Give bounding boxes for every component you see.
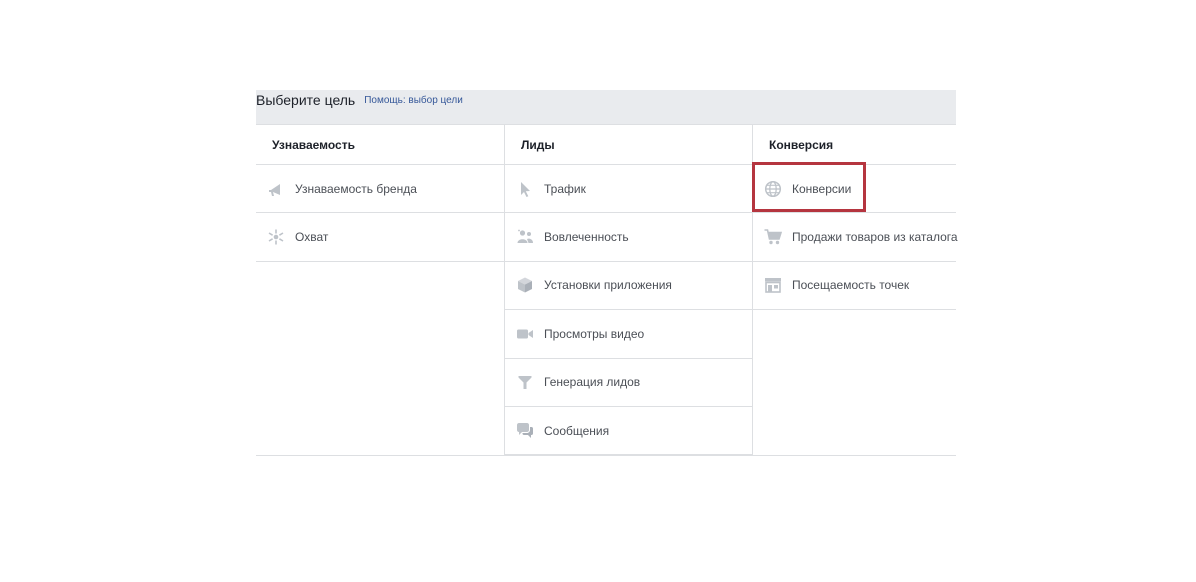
objective-grid: Узнаваемость Узнаваемость бренда Охват Л… <box>256 125 958 457</box>
column-title-awareness: Узнаваемость <box>256 125 504 165</box>
option-traffic[interactable]: Трафик <box>505 165 752 214</box>
video-camera-icon <box>515 324 535 344</box>
option-conversions[interactable]: Конверсии <box>752 162 956 214</box>
column-leads: Лиды Трафик Вовлеченность Установки прил… <box>504 125 752 456</box>
option-reach[interactable]: Охват <box>256 213 504 262</box>
option-label: Охват <box>295 230 329 245</box>
option-label: Конверсии <box>792 181 852 196</box>
option-video-views[interactable]: Просмотры видео <box>505 310 752 359</box>
column-conversion: Конверсия Конверсии Продажи товаров из к… <box>752 125 958 456</box>
option-catalog-sales[interactable]: Продажи товаров из каталога <box>753 213 958 262</box>
globe-icon <box>763 179 783 199</box>
option-label: Установки приложения <box>544 278 672 293</box>
option-label: Трафик <box>544 181 586 196</box>
page-title: Выберите цель <box>256 92 356 108</box>
store-icon <box>763 275 783 295</box>
option-store-visits[interactable]: Посещаемость точек <box>753 262 956 311</box>
cart-icon <box>763 227 783 247</box>
help-link[interactable]: Помощь: выбор цели <box>364 95 463 106</box>
column-title-conversion: Конверсия <box>753 125 956 165</box>
option-label: Продажи товаров из каталога <box>792 230 958 245</box>
option-label: Генерация лидов <box>544 375 641 390</box>
column-title-leads: Лиды <box>505 125 752 165</box>
panel-header: Выберите цель Помощь: выбор цели <box>256 90 956 125</box>
option-label: Сообщения <box>544 423 610 438</box>
option-engagement[interactable]: Вовлеченность <box>505 213 752 262</box>
option-lead-generation[interactable]: Генерация лидов <box>505 359 752 407</box>
option-label: Просмотры видео <box>544 326 645 341</box>
reach-icon <box>266 227 286 247</box>
box-icon <box>515 275 535 295</box>
funnel-icon <box>515 372 535 392</box>
objective-panel: Выберите цель Помощь: выбор цели Узнавае… <box>256 90 958 457</box>
option-messages[interactable]: Сообщения <box>505 407 752 456</box>
option-brand-awareness[interactable]: Узнаваемость бренда <box>256 165 504 214</box>
megaphone-icon <box>266 179 286 199</box>
option-app-installs[interactable]: Установки приложения <box>505 262 752 311</box>
option-label: Посещаемость точек <box>792 278 910 293</box>
option-label: Вовлеченность <box>544 230 629 245</box>
chat-bubbles-icon <box>515 421 535 441</box>
people-icon <box>515 227 535 247</box>
column-awareness: Узнаваемость Узнаваемость бренда Охват <box>256 125 504 455</box>
cursor-icon <box>515 179 535 199</box>
option-label: Узнаваемость бренда <box>295 181 417 196</box>
